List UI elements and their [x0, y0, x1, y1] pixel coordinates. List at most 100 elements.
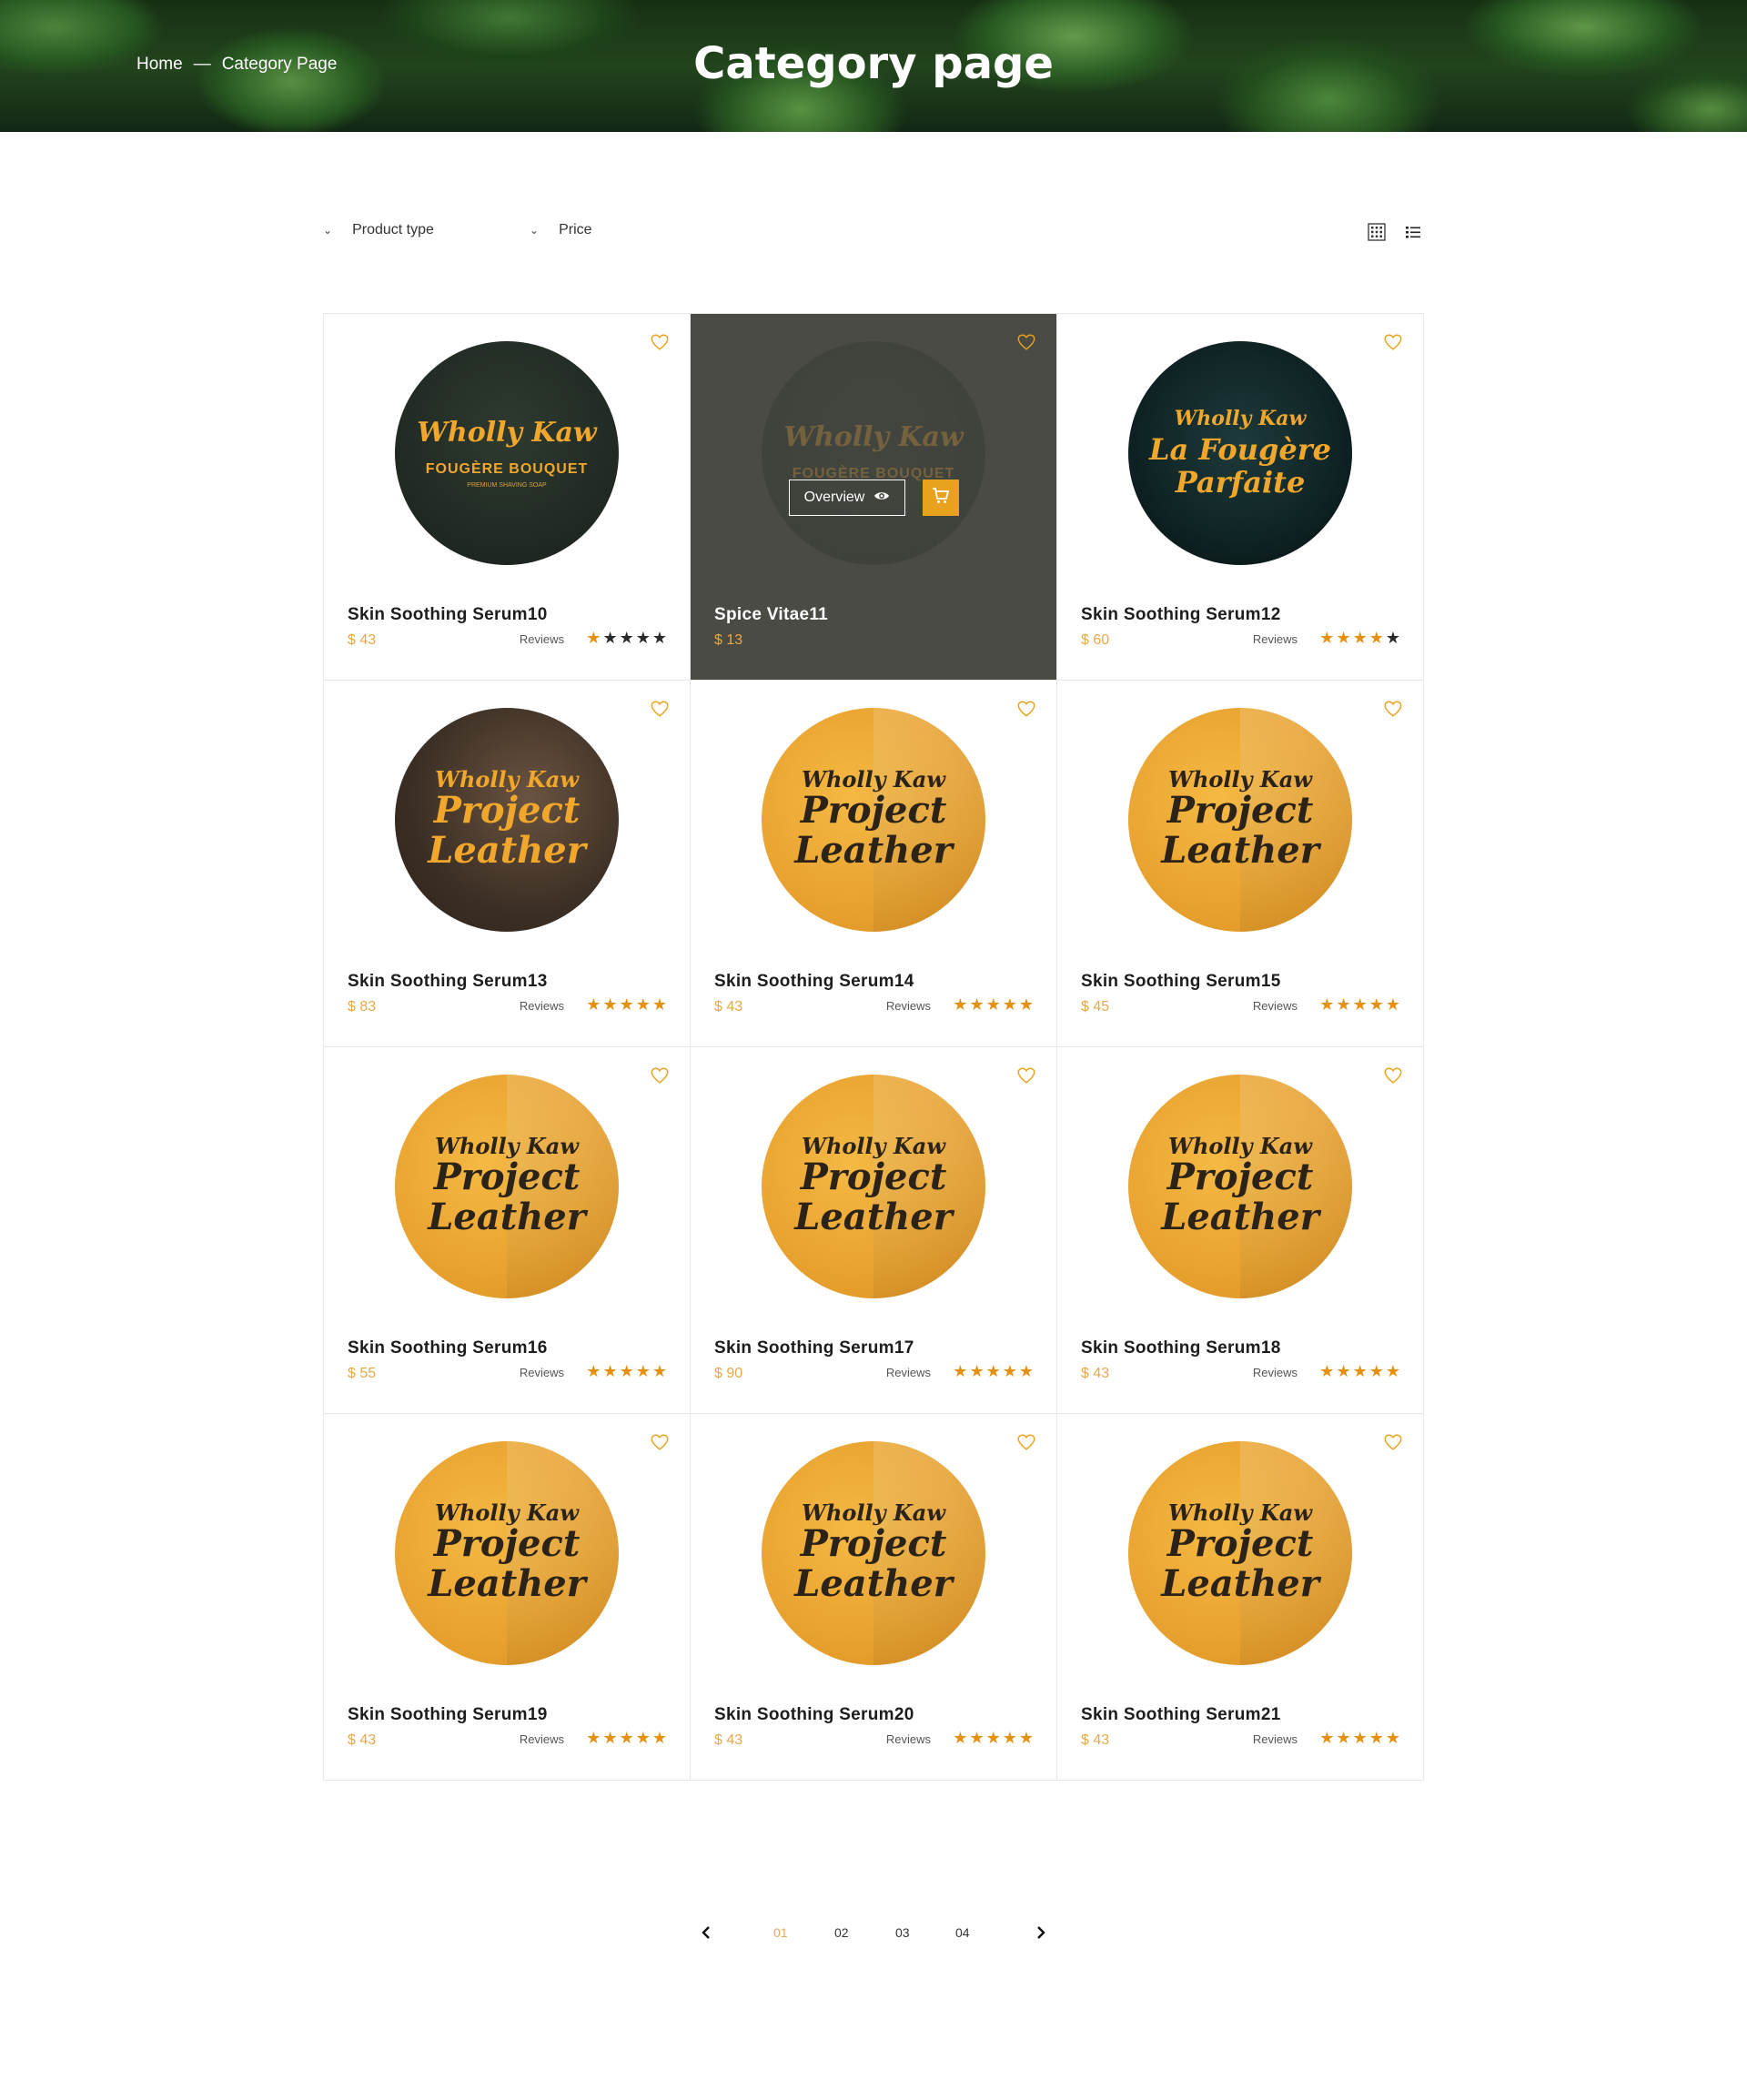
price-filter[interactable]: ⌄ Price	[530, 222, 592, 238]
product-name[interactable]: Skin Soothing Serum16	[348, 1338, 548, 1358]
product-image[interactable]: Wholly Kaw Project Leather	[762, 708, 985, 932]
eye-icon	[874, 490, 890, 506]
product-card-16[interactable]: Wholly Kaw Project Leather Skin Soothing…	[324, 1047, 691, 1414]
label-tagline: PREMIUM SHAVING SOAP	[467, 481, 547, 489]
reviews-label[interactable]: Reviews	[886, 1732, 931, 1746]
reviews-label[interactable]: Reviews	[1253, 1732, 1298, 1746]
product-name[interactable]: Skin Soothing Serum21	[1081, 1705, 1281, 1725]
wishlist-heart-icon[interactable]	[1383, 1432, 1403, 1452]
product-card-10[interactable]: Wholly Kaw FOUGÈRE BOUQUET PREMIUM SHAVI…	[324, 314, 691, 681]
product-type-filter[interactable]: ⌄ Product type	[323, 222, 434, 238]
product-name[interactable]: Skin Soothing Serum17	[714, 1338, 914, 1358]
product-card-18[interactable]: Wholly Kaw Project Leather Skin Soothing…	[1057, 1047, 1424, 1414]
star-icon: ★	[602, 629, 618, 648]
hero-banner: Home — Category Page Category page	[0, 0, 1747, 132]
product-price: $ 45	[1081, 999, 1110, 1015]
star-icon: ★	[1352, 1362, 1368, 1381]
star-icon: ★	[602, 995, 618, 1015]
product-image[interactable]: Wholly Kaw Project Leather	[762, 1075, 985, 1298]
star-icon: ★	[1336, 995, 1351, 1015]
reviews-label[interactable]: Reviews	[520, 1366, 564, 1379]
wishlist-heart-icon[interactable]	[650, 1065, 670, 1085]
star-icon: ★	[619, 995, 634, 1015]
wishlist-heart-icon[interactable]	[1016, 699, 1036, 719]
add-to-cart-button[interactable]	[923, 480, 959, 516]
product-card-12[interactable]: Wholly Kaw La Fougère Parfaite Skin Soot…	[1057, 314, 1424, 681]
product-image[interactable]: Wholly Kaw Project Leather	[1128, 1075, 1352, 1298]
chevron-right-icon[interactable]	[1030, 1922, 1052, 1944]
wishlist-heart-icon[interactable]	[1383, 699, 1403, 719]
star-icon: ★	[602, 1729, 618, 1748]
product-name[interactable]: Skin Soothing Serum19	[348, 1705, 548, 1725]
wishlist-heart-icon[interactable]	[1016, 1065, 1036, 1085]
star-icon: ★	[1002, 995, 1017, 1015]
reviews-label[interactable]: Reviews	[520, 999, 564, 1013]
page-link-04[interactable]: 04	[955, 1925, 970, 1940]
star-icon: ★	[635, 1729, 651, 1748]
product-image[interactable]: Wholly Kaw Project Leather	[1128, 708, 1352, 932]
star-icon: ★	[1385, 629, 1400, 648]
product-image[interactable]: Wholly Kaw Project Leather	[395, 1441, 619, 1665]
product-card-21[interactable]: Wholly Kaw Project Leather Skin Soothing…	[1057, 1414, 1424, 1781]
product-name[interactable]: Skin Soothing Serum10	[348, 605, 548, 625]
rating-stars: ★ ★ ★ ★ ★	[1319, 631, 1400, 647]
reviews-label[interactable]: Reviews	[1253, 1366, 1298, 1379]
page-link-01[interactable]: 01	[773, 1925, 788, 1940]
overview-button[interactable]: Overview	[789, 480, 905, 516]
product-price: $ 43	[1081, 1732, 1110, 1748]
product-image[interactable]: Wholly Kaw Project Leather	[762, 1441, 985, 1665]
product-card-13[interactable]: Wholly Kaw Project Leather Skin Soothing…	[324, 681, 691, 1047]
product-image[interactable]: Wholly Kaw FOUGÈRE BOUQUET PREMIUM SHAVI…	[395, 341, 619, 565]
label-brand: Wholly Kaw	[1167, 1499, 1312, 1526]
product-price: $ 43	[1081, 1366, 1110, 1381]
product-card-11[interactable]: Wholly Kaw FOUGÈRE BOUQUET Overview Spice…	[691, 314, 1057, 681]
product-card-14[interactable]: Wholly Kaw Project Leather Skin Soothing…	[691, 681, 1057, 1047]
product-card-17[interactable]: Wholly Kaw Project Leather Skin Soothing…	[691, 1047, 1057, 1414]
star-icon: ★	[1352, 1729, 1368, 1748]
product-name[interactable]: Skin Soothing Serum18	[1081, 1338, 1281, 1358]
label-product: Project Leather	[428, 789, 586, 872]
product-card-19[interactable]: Wholly Kaw Project Leather Skin Soothing…	[324, 1414, 691, 1781]
reviews-label[interactable]: Reviews	[886, 1366, 931, 1379]
product-image[interactable]: Wholly Kaw Project Leather	[1128, 1441, 1352, 1665]
reviews-label[interactable]: Reviews	[520, 1732, 564, 1746]
grid-view-icon[interactable]	[1367, 222, 1387, 242]
wishlist-heart-icon[interactable]	[1383, 1065, 1403, 1085]
wishlist-heart-icon[interactable]	[650, 332, 670, 352]
product-name[interactable]: Skin Soothing Serum12	[1081, 605, 1281, 625]
product-name[interactable]: Skin Soothing Serum15	[1081, 972, 1281, 992]
product-image[interactable]: Wholly Kaw Project Leather	[395, 1075, 619, 1298]
reviews-label[interactable]: Reviews	[520, 632, 564, 646]
label-brand: Wholly Kaw	[801, 1499, 945, 1526]
star-icon: ★	[635, 995, 651, 1015]
star-icon: ★	[1319, 1362, 1335, 1381]
star-icon: ★	[985, 1362, 1001, 1381]
product-name[interactable]: Skin Soothing Serum20	[714, 1705, 914, 1725]
product-name[interactable]: Spice Vitae11	[714, 605, 828, 625]
overview-label: Overview	[803, 490, 865, 505]
list-view-icon[interactable]	[1403, 222, 1423, 242]
page-link-02[interactable]: 02	[834, 1925, 849, 1940]
reviews-label[interactable]: Reviews	[1253, 999, 1298, 1013]
product-price: $ 43	[714, 1732, 743, 1748]
star-icon: ★	[651, 1729, 667, 1748]
product-price: $ 43	[348, 632, 377, 648]
star-icon: ★	[635, 1362, 651, 1381]
reviews-label[interactable]: Reviews	[886, 999, 931, 1013]
label-brand: Wholly Kaw	[434, 766, 579, 793]
label-product: Project Leather	[428, 1156, 586, 1238]
wishlist-heart-icon[interactable]	[1016, 1432, 1036, 1452]
product-name[interactable]: Skin Soothing Serum14	[714, 972, 914, 992]
page-link-03[interactable]: 03	[895, 1925, 910, 1940]
wishlist-heart-icon[interactable]	[650, 699, 670, 719]
label-brand: Wholly Kaw	[801, 766, 945, 793]
product-card-15[interactable]: Wholly Kaw Project Leather Skin Soothing…	[1057, 681, 1424, 1047]
product-name[interactable]: Skin Soothing Serum13	[348, 972, 548, 992]
product-card-20[interactable]: Wholly Kaw Project Leather Skin Soothing…	[691, 1414, 1057, 1781]
chevron-left-icon[interactable]	[695, 1922, 717, 1944]
product-image[interactable]: Wholly Kaw Project Leather	[395, 708, 619, 932]
wishlist-heart-icon[interactable]	[650, 1432, 670, 1452]
wishlist-heart-icon[interactable]	[1383, 332, 1403, 352]
reviews-label[interactable]: Reviews	[1253, 632, 1298, 646]
product-image[interactable]: Wholly Kaw La Fougère Parfaite	[1128, 341, 1352, 565]
